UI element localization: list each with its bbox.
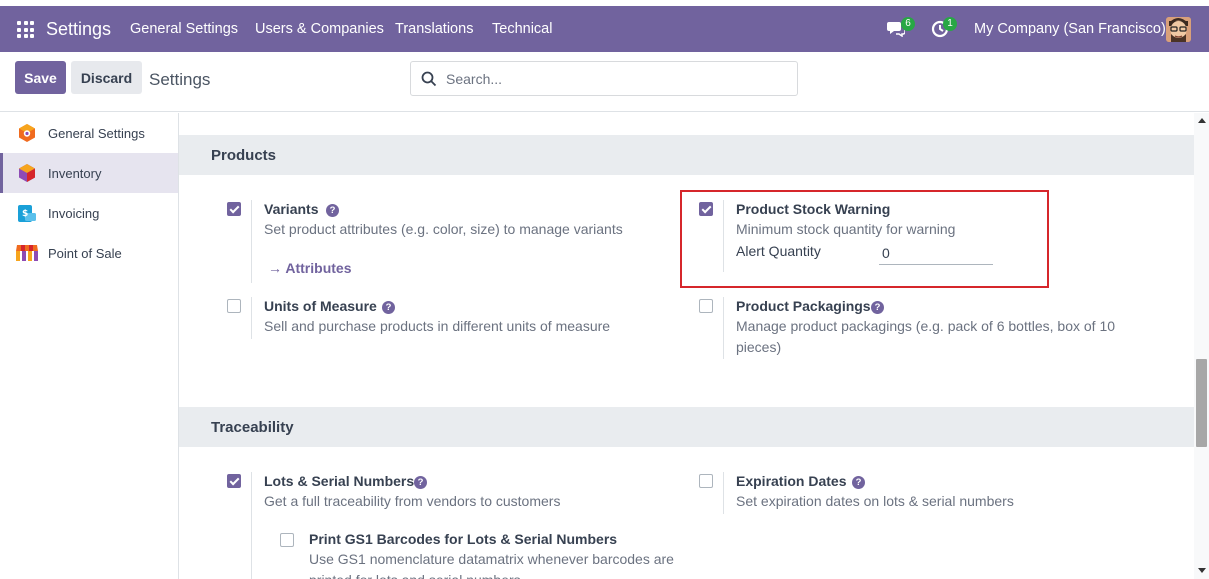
sidebar-item-invoicing[interactable]: $ Invoicing bbox=[0, 193, 178, 233]
menu-general-settings[interactable]: General Settings bbox=[130, 21, 238, 37]
page-title: Settings bbox=[149, 70, 211, 89]
svg-text:$: $ bbox=[22, 209, 28, 219]
packagings-help-icon[interactable]: ? bbox=[871, 301, 884, 314]
invoicing-icon: $ bbox=[17, 203, 37, 223]
variants-description: Set product attributes (e.g. color, size… bbox=[264, 221, 623, 237]
stock-warning-description: Minimum stock quantity for warning bbox=[736, 221, 956, 237]
variants-title: Variants bbox=[264, 201, 319, 217]
menu-translations[interactable]: Translations bbox=[395, 21, 473, 37]
scroll-down-arrow-icon[interactable] bbox=[1198, 568, 1206, 573]
gs1-title: Print GS1 Barcodes for Lots & Serial Num… bbox=[309, 531, 618, 547]
user-avatar[interactable] bbox=[1166, 17, 1191, 42]
lots-checkbox[interactable] bbox=[227, 474, 241, 488]
divider bbox=[251, 472, 252, 579]
gs1-checkbox[interactable] bbox=[280, 533, 294, 547]
alert-quantity-input[interactable] bbox=[879, 241, 993, 265]
attributes-link[interactable]: → Attributes bbox=[268, 260, 352, 276]
divider bbox=[723, 297, 724, 359]
packagings-title: Product Packagings bbox=[736, 298, 871, 314]
units-checkbox[interactable] bbox=[227, 299, 241, 313]
menu-technical[interactable]: Technical bbox=[492, 21, 552, 37]
units-description: Sell and purchase products in different … bbox=[264, 318, 611, 334]
messages-badge: 6 bbox=[901, 17, 915, 31]
menu-users-companies[interactable]: Users & Companies bbox=[255, 21, 384, 37]
discard-button[interactable]: Discard bbox=[71, 61, 142, 94]
top-navbar: Settings General Settings Users & Compan… bbox=[0, 6, 1209, 52]
control-panel: Save Discard Settings bbox=[0, 52, 1209, 112]
sidebar-item-inventory[interactable]: Inventory bbox=[0, 153, 178, 193]
company-switcher[interactable]: My Company (San Francisco) bbox=[974, 21, 1166, 37]
sidebar-item-point-of-sale[interactable]: Point of Sale bbox=[0, 233, 178, 273]
sidebar-item-label: Point of Sale bbox=[48, 245, 122, 261]
lots-description: Get a full traceability from vendors to … bbox=[264, 493, 561, 509]
apps-grid-icon[interactable] bbox=[17, 21, 34, 38]
vertical-scrollbar[interactable] bbox=[1194, 113, 1209, 579]
gs1-description: Use GS1 nomenclature datamatrix whenever… bbox=[309, 551, 674, 579]
scroll-up-arrow-icon[interactable] bbox=[1198, 118, 1206, 123]
units-title: Units of Measure bbox=[264, 298, 377, 314]
section-title: Products bbox=[211, 147, 277, 164]
expiration-title: Expiration Dates bbox=[736, 473, 847, 489]
odoo-logo-icon bbox=[17, 123, 37, 143]
search-bar[interactable] bbox=[410, 61, 798, 96]
lots-help-icon[interactable]: ? bbox=[414, 476, 427, 489]
alert-quantity-label: Alert Quantity bbox=[736, 243, 821, 259]
packagings-checkbox[interactable] bbox=[699, 299, 713, 313]
search-input[interactable] bbox=[446, 68, 786, 90]
section-header-products: Products bbox=[179, 135, 1194, 175]
activities-badge: 1 bbox=[943, 17, 957, 31]
arrow-right-icon: → bbox=[268, 260, 282, 276]
attributes-link-label: Attributes bbox=[285, 260, 352, 276]
settings-content: Products Variants ? Set product attribut… bbox=[179, 113, 1194, 579]
divider bbox=[723, 200, 724, 272]
divider bbox=[251, 200, 252, 283]
shop-icon bbox=[15, 243, 39, 263]
expiration-help-icon[interactable]: ? bbox=[852, 476, 865, 489]
variants-help-icon[interactable]: ? bbox=[326, 204, 339, 217]
sidebar-item-label: Invoicing bbox=[48, 205, 100, 221]
expiration-description: Set expiration dates on lots & serial nu… bbox=[736, 493, 1014, 509]
section-title: Traceability bbox=[211, 419, 294, 436]
scroll-thumb[interactable] bbox=[1196, 359, 1207, 447]
variants-checkbox[interactable] bbox=[227, 202, 241, 216]
divider bbox=[251, 297, 252, 339]
sidebar-item-label: Inventory bbox=[48, 165, 102, 181]
sidebar-item-label: General Settings bbox=[48, 125, 145, 141]
inventory-box-icon bbox=[17, 163, 37, 183]
sidebar-item-general-settings[interactable]: General Settings bbox=[0, 113, 178, 153]
stock-warning-checkbox[interactable] bbox=[699, 202, 713, 216]
lots-title: Lots & Serial Numbers bbox=[264, 473, 415, 489]
units-help-icon[interactable]: ? bbox=[382, 301, 395, 314]
app-brand[interactable]: Settings bbox=[46, 19, 111, 40]
section-header-traceability: Traceability bbox=[179, 407, 1194, 447]
expiration-checkbox[interactable] bbox=[699, 474, 713, 488]
stock-warning-title: Product Stock Warning bbox=[736, 201, 891, 217]
settings-sidebar: General Settings Inventory $ Invoicing P… bbox=[0, 113, 179, 579]
save-button[interactable]: Save bbox=[15, 61, 66, 94]
packagings-description: Manage product packagings (e.g. pack of … bbox=[736, 318, 1116, 355]
divider bbox=[723, 472, 724, 514]
search-icon bbox=[421, 71, 437, 87]
